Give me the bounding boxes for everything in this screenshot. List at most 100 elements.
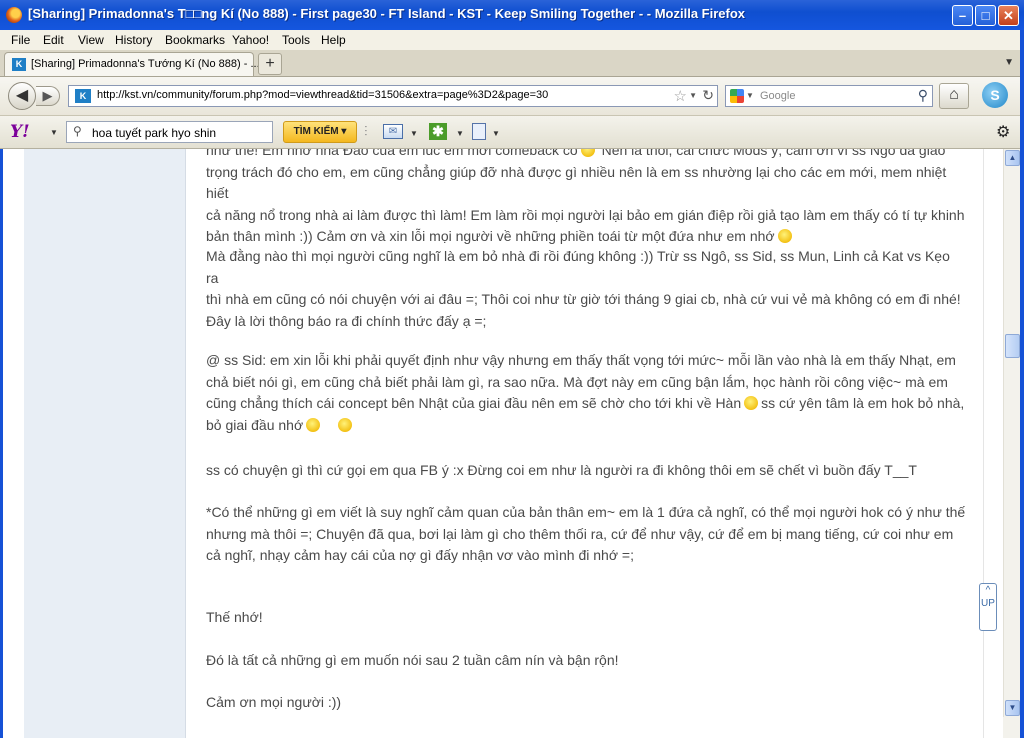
chevron-up-icon: ^ (985, 585, 991, 596)
home-icon: ⌂ (949, 86, 959, 103)
yahoo-search-field[interactable]: ⚲ hoa tuyết park hyo shin (66, 121, 273, 143)
post-paragraph-3: @ ss Sid: em xin lỗi khi phải quyết định… (206, 350, 966, 436)
document-dropdown-icon[interactable]: ▼ (492, 129, 500, 138)
yahoo-search-button[interactable]: TÌM KIẾM ▾ (283, 121, 357, 143)
menu-history[interactable]: History (115, 33, 152, 47)
new-tab-button[interactable]: + (258, 53, 282, 75)
scroll-to-top-button[interactable]: ^ UP (979, 583, 997, 631)
tongue-smiley-icon (744, 396, 759, 410)
smiley-icon (337, 417, 352, 432)
menu-yahoo[interactable]: Yahoo! (232, 33, 269, 47)
window-titlebar: [Sharing] Primadonna's T□□ng Kí (No 888)… (0, 0, 1024, 31)
post-text: Đó là tất cả những gì em muốn nói sau 2 … (206, 652, 619, 668)
search-bar[interactable]: ▼ Google ⚲ (725, 85, 933, 107)
post-text: ss có chuyện gì thì cứ gọi em qua FB ý :… (206, 462, 917, 478)
post-paragraph-6: Thế nhớ! (206, 607, 966, 629)
url-dropdown-icon[interactable]: ▼ (689, 91, 697, 100)
scroll-up-button[interactable]: ▲ (1005, 150, 1020, 166)
post-text: thì nhà em cũng có nói chuyện với ai đâu… (206, 291, 961, 307)
tab-bar: K [Sharing] Primadonna's Tướng Kí (No 88… (0, 50, 1024, 77)
firefox-icon (6, 7, 22, 23)
skype-icon[interactable]: S (982, 82, 1008, 108)
menu-file[interactable]: File (11, 33, 30, 47)
yahoo-search-value[interactable]: hoa tuyết park hyo shin (92, 126, 216, 140)
search-icon: ⚲ (73, 124, 82, 138)
post-text: *Có thể những gì em viết là suy nghĩ cảm… (206, 504, 966, 520)
post-text: Cảm ơn mọi người :)) (206, 694, 342, 710)
navigation-bar: ◀ ▶ K http://kst.vn/community/forum.php?… (0, 77, 1024, 116)
menu-view[interactable]: View (78, 33, 104, 47)
post-author-column (24, 149, 186, 738)
post-text: cũng chẳng thích cái concept bên Nhật củ… (206, 395, 742, 411)
menu-help[interactable]: Help (321, 33, 346, 47)
scroll-top-label: UP (981, 598, 995, 609)
post-text: chả biết nói gì, em cũng chả biết phải l… (206, 373, 948, 390)
yahoo-toolbar: Y! ▼ ⚲ hoa tuyết park hyo shin TÌM KIẾM … (0, 116, 1024, 149)
post-paragraph-2: Mà đằng nào thì mọi người cũng nghĩ là e… (206, 246, 966, 332)
menu-edit[interactable]: Edit (43, 33, 64, 47)
chevron-up-icon: ▲ (1008, 153, 1017, 162)
post-text: Thế nhớ! (206, 609, 263, 625)
menu-bookmarks[interactable]: Bookmarks (165, 33, 225, 47)
close-button[interactable]: ✕ (998, 5, 1019, 26)
chevron-down-icon: ▼ (1008, 703, 1017, 712)
window-border-right (1020, 30, 1024, 738)
url-bar[interactable]: K http://kst.vn/community/forum.php?mod=… (68, 85, 718, 107)
window-title: [Sharing] Primadonna's T□□ng Kí (No 888)… (28, 6, 746, 21)
bookmark-star-icon[interactable]: ☆ (674, 87, 687, 105)
yahoo-search-button-label: TÌM KIẾM (293, 126, 339, 137)
wink-smiley-icon (777, 229, 792, 243)
app-dropdown-icon[interactable]: ▼ (456, 129, 464, 138)
gear-icon[interactable]: ⚙ (996, 122, 1010, 142)
scroll-corner (1003, 717, 1020, 738)
search-icon[interactable]: ⚲ (918, 87, 928, 104)
maximize-button[interactable]: □ (975, 5, 996, 26)
menu-tools[interactable]: Tools (282, 33, 310, 47)
document-icon[interactable] (472, 123, 486, 140)
vertical-scrollbar[interactable]: ▲ ▼ (1003, 149, 1021, 717)
page-content: như thế! Em nhớ nhà Đảo của em lúc em mớ… (0, 149, 1003, 738)
back-arrow-icon: ◀ (15, 87, 29, 104)
search-input[interactable]: Google (760, 90, 795, 102)
yahoo-dropdown-icon[interactable]: ▼ (50, 128, 58, 137)
add-app-icon[interactable]: ✱ (429, 123, 447, 140)
tab-label: [Sharing] Primadonna's Tướng Kí (No 888)… (31, 58, 260, 70)
mail-dropdown-icon[interactable]: ▼ (410, 129, 418, 138)
post-paragraph-5: *Có thể những gì em viết là suy nghĩ cảm… (206, 502, 966, 567)
post-paragraph-8: Cảm ơn mọi người :)) (206, 692, 966, 714)
google-engine-icon[interactable] (730, 89, 744, 103)
back-button[interactable]: ◀ (8, 82, 36, 110)
post-text: bản thân mình :)) Cảm ơn và xin lỗi mọi … (206, 228, 775, 244)
forward-button[interactable]: ▶ (36, 86, 60, 106)
post-text: ss cứ yên tâm là em hok bỏ nhà, (761, 395, 965, 411)
post-text: Đây là lời thông báo ra đi chính thức đấ… (206, 312, 487, 329)
post-text: nhưng mà thôi =; Chuyện đã qua, bơi lại … (206, 525, 954, 542)
post-text: Mà đằng nào thì mọi người cũng nghĩ là e… (206, 248, 950, 286)
scroll-down-button[interactable]: ▼ (1005, 700, 1020, 716)
home-button[interactable]: ⌂ (939, 83, 969, 109)
post-paragraph-7: Đó là tất cả những gì em muốn nói sau 2 … (206, 650, 966, 672)
tab-list-chevron-icon[interactable]: ▼ (1004, 57, 1014, 68)
toolbar-separator-icon: ⫶ (364, 123, 368, 139)
minimize-button[interactable]: – (952, 5, 973, 26)
post-text: cả nghĩ, nhạy cảm hay cái của nợ gì đấy … (206, 547, 634, 563)
window-border-left (0, 149, 3, 738)
post-text: trọng trách đó cho em, em cũng chẳng giú… (206, 163, 947, 202)
smiley-icon (580, 149, 595, 157)
post-text: cả năng nổ trong nhà ai làm được thì làm… (206, 206, 965, 223)
mail-icon[interactable]: ✉ (383, 124, 403, 139)
menu-bar: File Edit View History Bookmarks Yahoo! … (0, 30, 1024, 50)
smiley-icon (306, 417, 321, 432)
tab-active[interactable]: K [Sharing] Primadonna's Tướng Kí (No 88… (4, 52, 260, 76)
site-favicon: K (12, 58, 26, 71)
reload-icon[interactable]: ↻ (702, 87, 714, 104)
yahoo-logo[interactable]: Y! (10, 122, 30, 142)
post-text: như thế! Em nhớ nhà Đảo của em lúc em mớ… (206, 149, 578, 158)
engine-dropdown-icon[interactable]: ▼ (746, 91, 754, 100)
scroll-thumb[interactable] (1005, 334, 1020, 358)
site-favicon: K (75, 89, 91, 103)
post-paragraph-4: ss có chuyện gì thì cứ gọi em qua FB ý :… (206, 460, 966, 482)
page-margin (0, 149, 24, 738)
post-text: @ ss Sid: em xin lỗi khi phải quyết định… (206, 352, 956, 368)
url-text[interactable]: http://kst.vn/community/forum.php?mod=vi… (97, 89, 548, 101)
